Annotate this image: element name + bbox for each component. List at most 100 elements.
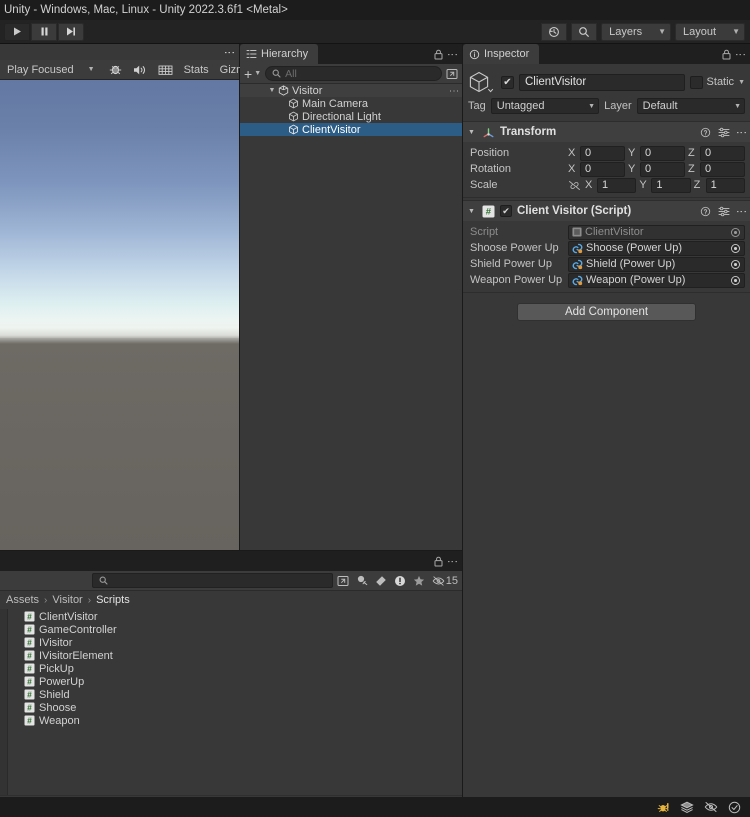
save-search-icon[interactable] — [337, 575, 349, 587]
layers-stack-icon[interactable] — [680, 801, 694, 813]
asset-row[interactable]: # IVisitorElement — [8, 649, 462, 662]
play-mode-dropdown[interactable]: Play Focused ▼ — [2, 61, 98, 79]
filter-by-label-icon[interactable] — [375, 575, 387, 587]
collab-history-icon[interactable] — [541, 22, 568, 41]
stats-button[interactable]: Stats — [179, 61, 214, 79]
static-toggle[interactable]: Static ▼ — [689, 75, 745, 89]
breadcrumb-visitor[interactable]: Visitor — [52, 594, 82, 606]
help-icon[interactable] — [700, 127, 711, 138]
visibility-off-icon[interactable] — [704, 801, 718, 813]
scene-visibility-icon[interactable] — [446, 68, 458, 80]
project-more-options-icon[interactable]: ⋮ — [446, 556, 458, 567]
asset-row[interactable]: # Shield — [8, 688, 462, 701]
script-icon: # — [482, 205, 495, 218]
client-visitor-more-options-icon[interactable]: ⋮ — [735, 206, 747, 217]
rotation-y-input[interactable]: 0 — [640, 161, 685, 177]
position-x-input[interactable]: 0 — [580, 145, 625, 161]
hierarchy-search-input[interactable]: All — [265, 66, 442, 81]
filter-by-type-icon[interactable] — [356, 575, 368, 587]
effects-icon[interactable] — [104, 61, 127, 79]
object-picker-icon[interactable] — [730, 243, 741, 254]
chevron-down-icon[interactable]: ▼ — [468, 208, 477, 215]
asset-row[interactable]: # PickUp — [8, 662, 462, 675]
audio-icon[interactable] — [128, 61, 152, 79]
project-asset-list[interactable]: # ClientVisitor # GameController # IVisi… — [8, 609, 462, 795]
lock-icon[interactable] — [434, 556, 443, 567]
hierarchy-row-directional-light[interactable]: Directional Light — [240, 110, 462, 123]
favorites-star-icon[interactable] — [413, 575, 425, 587]
rotation-x-input[interactable]: 0 — [580, 161, 625, 177]
add-component-button[interactable]: Add Component — [517, 303, 696, 321]
layout-dropdown[interactable]: Layout ▼ — [675, 22, 745, 41]
client-visitor-header[interactable]: ▼ # ✔ Client Visitor (Script) ⋮ — [463, 201, 750, 221]
preset-icon[interactable] — [718, 206, 730, 217]
grid-icon[interactable] — [153, 61, 178, 79]
transform-more-options-icon[interactable]: ⋮ — [735, 127, 747, 138]
shoose-object-field[interactable]: Shoose (Power Up) — [568, 240, 745, 256]
inspector-more-options-icon[interactable]: ⋮ — [734, 49, 746, 60]
shield-object-field[interactable]: Shield (Power Up) — [568, 256, 745, 272]
chevron-down-icon: ▼ — [588, 102, 596, 110]
scene-view-more-options-icon[interactable]: ⋮ — [223, 47, 235, 58]
chevron-right-icon: › — [44, 594, 48, 606]
script-asset-icon — [572, 227, 582, 237]
tab-inspector[interactable]: Inspector — [463, 44, 540, 64]
pause-button[interactable] — [31, 22, 57, 41]
rotation-z-input[interactable]: 0 — [700, 161, 745, 177]
svg-text:#: # — [27, 650, 32, 660]
asset-row[interactable]: # IVisitor — [8, 636, 462, 649]
transform-header[interactable]: ▼ Transform ⋮ — [463, 122, 750, 142]
object-picker-icon[interactable] — [730, 259, 741, 270]
hierarchy-row-main-camera[interactable]: Main Camera — [240, 97, 462, 110]
check-circle-icon[interactable] — [728, 801, 741, 814]
hierarchy-add-button[interactable]: + ▼ — [244, 67, 261, 81]
play-button[interactable] — [4, 22, 30, 41]
layers-dropdown[interactable]: Layers ▼ — [601, 22, 672, 41]
lock-icon[interactable] — [434, 49, 443, 60]
scene-viewport[interactable] — [0, 80, 239, 550]
object-picker-icon[interactable] — [730, 227, 741, 238]
layer-dropdown[interactable]: Default ▼ — [636, 98, 745, 114]
chevron-down-icon[interactable]: ▼ — [738, 79, 745, 86]
constrain-proportions-off-icon[interactable] — [568, 180, 581, 191]
script-enabled-checkbox[interactable]: ✔ — [500, 205, 512, 217]
asset-row[interactable]: # Weapon — [8, 714, 462, 727]
step-button[interactable] — [58, 22, 84, 41]
breadcrumb-scripts[interactable]: Scripts — [96, 594, 130, 606]
hierarchy-icon — [246, 49, 257, 59]
tag-dropdown[interactable]: Untagged ▼ — [490, 98, 600, 114]
hierarchy-more-options-icon[interactable]: ⋮ — [446, 49, 458, 60]
scale-x-input[interactable]: 1 — [597, 177, 637, 193]
hierarchy-tree[interactable]: ▼ Visitor ⋮ Main Camera Directional Ligh… — [240, 84, 462, 550]
hierarchy-row-scene[interactable]: ▼ Visitor ⋮ — [240, 84, 462, 97]
breadcrumb-assets[interactable]: Assets — [6, 594, 39, 606]
chevron-down-icon[interactable]: ▼ — [266, 87, 278, 94]
error-filter-icon[interactable] — [394, 575, 406, 587]
preset-icon[interactable] — [718, 127, 730, 138]
object-picker-icon[interactable] — [730, 275, 741, 286]
asset-row[interactable]: # Shoose — [8, 701, 462, 714]
weapon-object-field[interactable]: Weapon (Power Up) — [568, 272, 745, 288]
project-folder-tree[interactable] — [0, 609, 8, 795]
hierarchy-row-clientvisitor[interactable]: ClientVisitor — [240, 123, 462, 136]
tab-hierarchy[interactable]: Hierarchy — [240, 44, 319, 64]
position-y-input[interactable]: 0 — [640, 145, 685, 161]
scale-y-input[interactable]: 1 — [651, 177, 691, 193]
scale-z-input[interactable]: 1 — [705, 177, 745, 193]
search-icon[interactable] — [571, 22, 598, 41]
lock-icon[interactable] — [722, 49, 731, 60]
chevron-down-icon[interactable]: ▼ — [468, 129, 477, 136]
asset-row[interactable]: # ClientVisitor — [8, 610, 462, 623]
gameobject-enabled-checkbox[interactable]: ✔ — [501, 75, 514, 89]
hidden-assets-indicator[interactable]: 15 — [432, 575, 458, 587]
scene-more-options-icon[interactable]: ⋮ — [448, 86, 459, 96]
gameobject-name-input[interactable]: ClientVisitor — [519, 73, 685, 91]
asset-row[interactable]: # GameController — [8, 623, 462, 636]
position-z-input[interactable]: 0 — [700, 145, 745, 161]
asset-row[interactable]: # PowerUp — [8, 675, 462, 688]
project-search-input[interactable] — [92, 573, 333, 588]
warning-bug-icon[interactable] — [657, 801, 670, 814]
static-checkbox[interactable] — [689, 75, 703, 89]
transform-title: Transform — [500, 126, 557, 138]
help-icon[interactable] — [700, 206, 711, 217]
